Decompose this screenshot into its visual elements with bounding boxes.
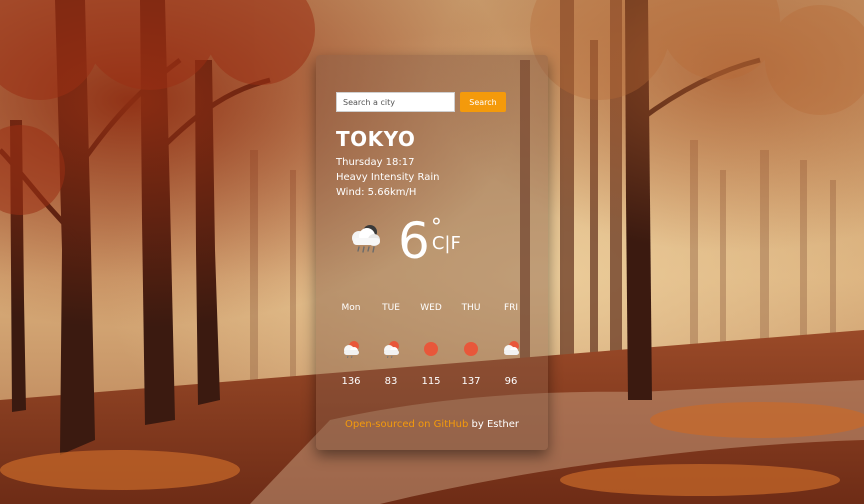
sun-icon [464, 342, 478, 356]
forecast-day: Mon 136 [331, 303, 371, 387]
forecast-day-name: Mon [341, 303, 361, 313]
cloud-sun-icon [504, 341, 519, 355]
date-time: Thursday 18:17 [336, 157, 415, 168]
forecast-value: 115 [421, 376, 441, 387]
cloud-sun-icon [344, 341, 359, 358]
sun-icon [424, 342, 438, 356]
city-search-input[interactable] [336, 92, 455, 112]
cloud-rain-icon [352, 225, 380, 253]
wind-speed: Wind: 5.66km/H [336, 187, 417, 198]
weather-description: Heavy Intensity Rain [336, 172, 440, 183]
forecast-value: 96 [504, 376, 518, 387]
weather-app-page: Search TOKYO Thursday 18:17 Heavy Intens… [0, 0, 864, 504]
forecast-day-name: FRI [503, 303, 519, 313]
github-link[interactable]: Open-sourced on GitHub [345, 419, 468, 430]
forecast-row: Mon 136 TUE 83 WED 115 THU 137 FRI 96 [331, 303, 531, 387]
weather-details: Thursday 18:17 Heavy Intensity Rain Wind… [336, 155, 440, 200]
forecast-day: TUE 83 [371, 303, 411, 387]
cloud-sun-icon [384, 341, 399, 358]
forecast-day: THU 137 [451, 303, 491, 387]
city-name: TOKYO [336, 127, 416, 151]
author-credit: by Esther [468, 419, 520, 430]
current-temperature: 6 ° C|F [346, 213, 461, 269]
forecast-day-name: TUE [382, 303, 400, 313]
forecast-day-name: WED [420, 303, 442, 313]
search-form: Search [336, 92, 506, 112]
forecast-value: 136 [341, 376, 361, 387]
forecast-day: FRI 96 [491, 303, 531, 387]
forecast-day: WED 115 [411, 303, 451, 387]
temperature-value: 6 [398, 212, 430, 270]
forecast-day-name: THU [461, 303, 481, 313]
weather-card: Search TOKYO Thursday 18:17 Heavy Intens… [316, 55, 548, 450]
footer-credit: Open-sourced on GitHub by Esther [316, 419, 548, 430]
forecast-value: 83 [384, 376, 398, 387]
search-button[interactable]: Search [460, 92, 506, 112]
forecast-value: 137 [461, 376, 481, 387]
unit-toggle[interactable]: C|F [432, 233, 461, 254]
